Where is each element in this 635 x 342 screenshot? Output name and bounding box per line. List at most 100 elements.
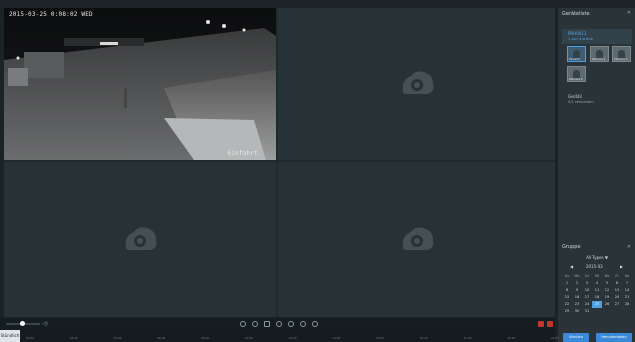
- volume-icon[interactable]: ◁): [42, 321, 48, 327]
- timeline-tick-label: 02:00: [69, 336, 78, 340]
- calendar-day: [602, 308, 612, 315]
- volume-slider-knob[interactable]: [20, 321, 25, 326]
- weekday-label: Su: [564, 274, 570, 278]
- calendar-day: [612, 308, 622, 315]
- calendar-day[interactable]: 29: [562, 308, 572, 315]
- timeline-tick-label: 00:00: [26, 336, 35, 340]
- weekday-label: Sa: [624, 274, 630, 278]
- calendar-day[interactable]: 4: [592, 280, 602, 287]
- calendar-day[interactable]: 26: [602, 301, 612, 308]
- camera-feed: [4, 8, 276, 160]
- capture-icon[interactable]: [276, 321, 282, 327]
- calendar-day[interactable]: 25: [592, 301, 602, 308]
- camera-timestamp: 2015-03-25 0:08:02 WED: [9, 11, 93, 18]
- calendar-day[interactable]: 23: [572, 301, 582, 308]
- camera-tile-label: Kamera 3: [614, 57, 628, 61]
- calendar-day[interactable]: 28: [622, 301, 632, 308]
- timeline-tick-label: 08:00: [201, 336, 210, 340]
- weekday-label: Fr: [615, 274, 619, 278]
- month-label: 2015-03: [586, 264, 603, 269]
- calendar-day[interactable]: 8: [562, 287, 572, 294]
- calendar-day[interactable]: 30: [572, 308, 582, 315]
- calendar-day[interactable]: 11: [592, 287, 602, 294]
- weekday-label: Di: [585, 274, 589, 278]
- calendar-day[interactable]: 10: [582, 287, 592, 294]
- device-group-name: Gerät3: [568, 94, 582, 99]
- calendar-day[interactable]: 13: [612, 287, 622, 294]
- timeline-tick-label: 22:00: [507, 336, 516, 340]
- playback-controls: ◁): [0, 318, 555, 330]
- calendar-day[interactable]: 24: [582, 301, 592, 308]
- prev-month-icon[interactable]: ◀: [570, 264, 573, 269]
- camera-name-overlay: Einfahrt: [227, 150, 258, 157]
- calendar-day[interactable]: 7: [622, 280, 632, 287]
- calendar-day: [622, 308, 632, 315]
- device-group-name: PRH0013: [568, 31, 587, 36]
- video-cell-3[interactable]: [4, 162, 276, 317]
- device-group-2[interactable]: Gerät3 0/1 verbunden: [562, 93, 632, 107]
- stop-icon[interactable]: [240, 321, 246, 327]
- weekday-label: Mo: [574, 274, 580, 278]
- camera-tile-3[interactable]: Kamera 3: [612, 46, 631, 62]
- calendar-grid: Su Mo Di Mi Do Fr Sa 1 2 3 4 5 6 7 8 9 10 11 12 13 14 15 16 17 1…: [562, 273, 632, 315]
- device-group-status: 1 von 4 online: [568, 37, 593, 41]
- calendar-day[interactable]: 16: [572, 294, 582, 301]
- timeline-tick-label: 12:00: [288, 336, 297, 340]
- record-icon[interactable]: [288, 321, 294, 327]
- calendar-day[interactable]: 21: [622, 294, 632, 301]
- timeline-tick-label: 18:00: [419, 336, 428, 340]
- camera-tile-label: Kamera 4: [569, 77, 583, 81]
- calendar-day[interactable]: 15: [562, 294, 572, 301]
- calendar-day[interactable]: 9: [572, 287, 582, 294]
- timeline-tick-label: 10:00: [244, 336, 253, 340]
- calendar-day[interactable]: 12: [602, 287, 612, 294]
- calendar-day[interactable]: 18: [592, 294, 602, 301]
- weekday-label: Mi: [595, 274, 599, 278]
- camera-tile-4[interactable]: Kamera 4: [567, 66, 586, 82]
- calendar-day[interactable]: 3: [582, 280, 592, 287]
- video-cell-4[interactable]: [278, 162, 555, 317]
- calendar-panel-title: Gruppe: [562, 244, 581, 250]
- timeline-tick-label: 24:00: [551, 336, 560, 340]
- play-icon[interactable]: [252, 321, 258, 327]
- video-grid: 2015-03-25 0:08:02 WED Einfahrt: [4, 8, 555, 317]
- device-panel: Geräteliste ✕ PRH0013 1 von 4 online Ein…: [558, 8, 635, 342]
- timeline-tick-label: 14:00: [332, 336, 341, 340]
- calendar-day[interactable]: 20: [612, 294, 622, 301]
- calendar-day[interactable]: 2: [572, 280, 582, 287]
- camera-tile-2[interactable]: Kamera 2: [590, 46, 609, 62]
- zoom-icon[interactable]: [300, 321, 306, 327]
- timeline-segment-label[interactable]: Stündlich: [0, 330, 20, 342]
- close-icon[interactable]: ✕: [627, 244, 631, 250]
- timeline-tick-label: 04:00: [113, 336, 122, 340]
- grid-view-icon[interactable]: [264, 321, 270, 327]
- video-cell-2[interactable]: [278, 8, 555, 160]
- timeline-tick-label: 16:00: [376, 336, 385, 340]
- next-month-icon[interactable]: ▶: [620, 264, 623, 269]
- record-button[interactable]: [538, 321, 544, 327]
- calendar-day[interactable]: 6: [612, 280, 622, 287]
- camera-tile-1[interactable]: Einfahrt: [567, 46, 586, 62]
- calendar-day[interactable]: 17: [582, 294, 592, 301]
- download-icon[interactable]: [312, 321, 318, 327]
- calendar-day[interactable]: 22: [562, 301, 572, 308]
- download-button[interactable]: Abrufen: [563, 333, 589, 342]
- calendar-day[interactable]: 19: [602, 294, 612, 301]
- device-panel-title: Geräteliste: [562, 11, 590, 17]
- calendar-day[interactable]: 14: [622, 287, 632, 294]
- calendar-day[interactable]: 1: [562, 280, 572, 287]
- device-group-status: 0/1 verbunden: [568, 100, 594, 104]
- video-cell-1[interactable]: 2015-03-25 0:08:02 WED Einfahrt: [4, 8, 276, 160]
- close-icon[interactable]: ✕: [627, 10, 631, 16]
- camera-placeholder-icon: [402, 227, 433, 250]
- calendar-day[interactable]: 31: [582, 308, 592, 315]
- alarm-button[interactable]: [547, 321, 553, 327]
- device-group-1[interactable]: PRH0013 1 von 4 online: [562, 29, 632, 44]
- timeline[interactable]: Stündlich 00:00 02:00 04:00 06:00 08:00 10:00…: [0, 330, 559, 342]
- calendar-day[interactable]: 5: [602, 280, 612, 287]
- calendar-day[interactable]: 27: [612, 301, 622, 308]
- camera-tile-label: Kamera 2: [592, 57, 606, 61]
- export-button[interactable]: Herunterladen: [596, 333, 632, 342]
- calendar-day: [592, 308, 602, 315]
- type-select[interactable]: All Types ▼: [574, 255, 620, 262]
